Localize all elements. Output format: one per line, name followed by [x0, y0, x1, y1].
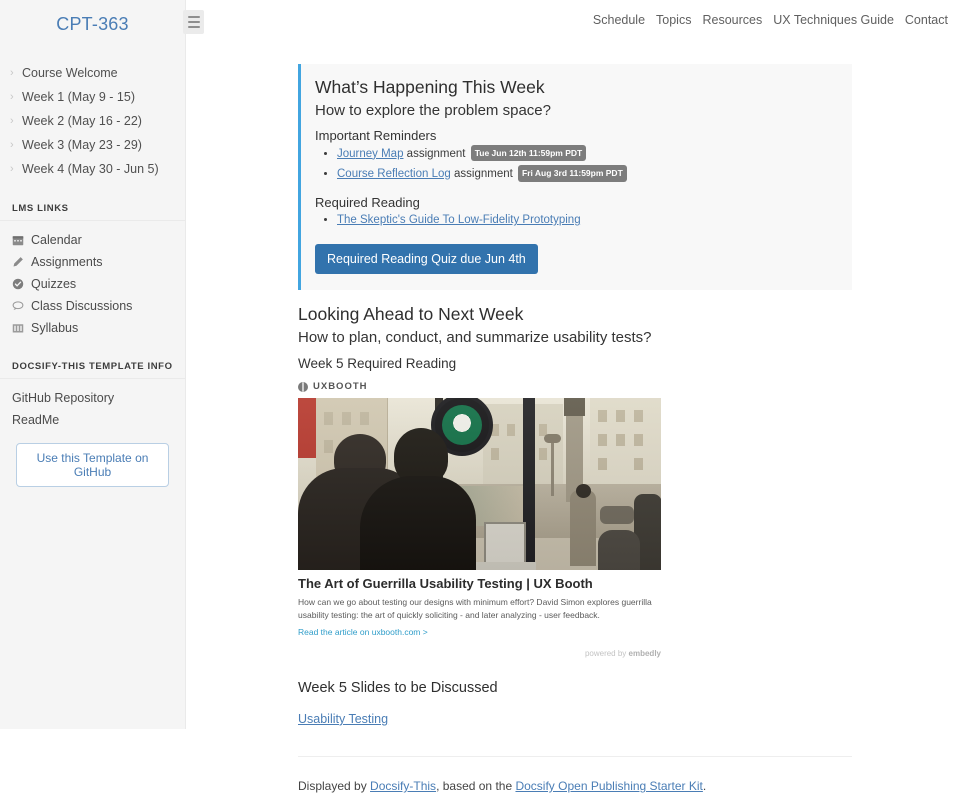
reminders-list: Journey Map assignment Tue Jun 12th 11:5…: [315, 145, 836, 184]
site-title: CPT-363: [0, 14, 185, 35]
sidebar-toggle-button[interactable]: [183, 10, 204, 34]
hamburger-line: [188, 16, 200, 18]
lms-links-heading: LMS LINKS: [0, 203, 185, 221]
spacer: [315, 185, 836, 195]
sidebar-item-label: Quizzes: [31, 277, 76, 291]
callout-heading: What’s Happening This Week: [315, 77, 836, 99]
sidebar-item-syllabus[interactable]: Syllabus: [0, 317, 185, 339]
looking-ahead-heading: Looking Ahead to Next Week: [298, 304, 852, 326]
reminder-text: assignment: [403, 148, 468, 160]
sidebar-item-readme[interactable]: ReadMe: [0, 409, 185, 431]
sidebar: CPT-363 › Course Welcome › Week 1 (May 9…: [0, 0, 186, 729]
due-date-badge: Fri Aug 3rd 11:59pm PDT: [518, 165, 627, 182]
embed-title: The Art of Guerrilla Usability Testing |…: [298, 576, 661, 592]
sidebar-item-quizzes[interactable]: Quizzes: [0, 273, 185, 295]
toc-item-label: Week 4 (May 30 - Jun 5): [22, 162, 159, 176]
required-reading-list: The Skeptic's Guide To Low-Fidelity Prot…: [315, 212, 836, 229]
slides-heading: Week 5 Slides to be Discussed: [298, 680, 852, 696]
sidebar-item-label: Class Discussions: [31, 299, 132, 313]
list-item: The Skeptic's Guide To Low-Fidelity Prot…: [337, 212, 836, 229]
main-content: What’s Happening This Week How to explor…: [298, 0, 852, 793]
toc-list: › Course Welcome › Week 1 (May 9 - 15) ›…: [0, 61, 185, 181]
important-reminders-heading: Important Reminders: [315, 128, 836, 143]
sidebar-item-calendar[interactable]: Calendar: [0, 229, 185, 251]
footer-suffix: .: [703, 779, 706, 793]
check-circle-icon: [12, 278, 24, 290]
week5-required-reading-label: Week 5 Required Reading: [298, 356, 852, 371]
chevron-right-icon: ›: [10, 92, 22, 103]
looking-ahead-section: Looking Ahead to Next Week How to plan, …: [298, 290, 852, 371]
chevron-right-icon: ›: [10, 68, 22, 79]
columns-icon: [12, 322, 24, 334]
template-info-heading: DOCSIFY-THIS TEMPLATE INFO: [0, 361, 185, 379]
hamburger-line: [188, 26, 200, 28]
pencil-icon: [12, 256, 24, 268]
callout-subheading: How to explore the problem space?: [315, 102, 836, 121]
sidebar-item-label: Calendar: [31, 233, 82, 247]
usability-testing-link[interactable]: Usability Testing: [298, 712, 388, 726]
table-of-contents: › Course Welcome › Week 1 (May 9 - 15) ›…: [0, 61, 185, 181]
list-item: Journey Map assignment Tue Jun 12th 11:5…: [337, 145, 836, 163]
whats-happening-callout: What’s Happening This Week How to explor…: [298, 64, 852, 290]
list-item: Course Reflection Log assignment Fri Aug…: [337, 165, 836, 183]
sidebar-item-label: Assignments: [31, 255, 103, 269]
skeptics-guide-link[interactable]: The Skeptic's Guide To Low-Fidelity Prot…: [337, 214, 581, 226]
chevron-right-icon: ›: [10, 164, 22, 175]
due-date-badge: Tue Jun 12th 11:59pm PDT: [471, 145, 587, 162]
toc-item-label: Course Welcome: [22, 66, 118, 80]
week5-slides-section: Week 5 Slides to be Discussed Usability …: [298, 680, 852, 728]
journey-map-link[interactable]: Journey Map: [337, 148, 403, 160]
sidebar-item-week-3[interactable]: › Week 3 (May 23 - 29): [0, 133, 185, 157]
required-reading-heading: Required Reading: [315, 195, 836, 210]
toc-item-label: Week 1 (May 9 - 15): [22, 90, 135, 104]
toc-item-label: Week 3 (May 23 - 29): [22, 138, 142, 152]
photo-color-wash: [298, 398, 661, 570]
embed-source-name: UXBOOTH: [313, 381, 368, 392]
calendar-icon: [12, 234, 24, 246]
sidebar-item-assignments[interactable]: Assignments: [0, 251, 185, 273]
chevron-right-icon: ›: [10, 116, 22, 127]
docsify-this-link[interactable]: Docsify-This: [370, 779, 436, 793]
speech-bubble-icon: [12, 300, 24, 312]
use-template-button[interactable]: Use this Template on GitHub: [16, 443, 169, 487]
footer-prefix: Displayed by: [298, 779, 370, 793]
embed-photo: [298, 398, 661, 570]
globe-icon: [298, 382, 308, 392]
embed-powered-by: powered by embedly: [298, 649, 661, 658]
embed-card[interactable]: UXBOOTH: [298, 381, 661, 658]
footer-middle: , based on the: [436, 779, 515, 793]
required-reading-quiz-button[interactable]: Required Reading Quiz due Jun 4th: [315, 244, 538, 274]
toc-item-label: Week 2 (May 16 - 22): [22, 114, 142, 128]
course-reflection-log-link[interactable]: Course Reflection Log: [337, 168, 451, 180]
sidebar-item-week-1[interactable]: › Week 1 (May 9 - 15): [0, 85, 185, 109]
sidebar-item-week-2[interactable]: › Week 2 (May 16 - 22): [0, 109, 185, 133]
sidebar-item-label: Syllabus: [31, 321, 78, 335]
sidebar-item-course-welcome[interactable]: › Course Welcome: [0, 61, 185, 85]
embed-read-article-link[interactable]: Read the article on uxbooth.com >: [298, 627, 661, 637]
reminder-text: assignment: [451, 168, 516, 180]
nav-link-contact[interactable]: Contact: [905, 13, 948, 27]
embed-source: UXBOOTH: [298, 381, 661, 392]
starter-kit-link[interactable]: Docsify Open Publishing Starter Kit: [515, 779, 702, 793]
looking-ahead-subheading: How to plan, conduct, and summarize usab…: [298, 329, 852, 348]
sidebar-item-github-repository[interactable]: GitHub Repository: [0, 387, 185, 409]
sidebar-item-week-4[interactable]: › Week 4 (May 30 - Jun 5): [0, 157, 185, 181]
chevron-right-icon: ›: [10, 140, 22, 151]
embedly-brand: embedly: [629, 649, 661, 658]
hamburger-line: [188, 21, 200, 23]
sidebar-item-class-discussions[interactable]: Class Discussions: [0, 295, 185, 317]
lms-links-list: Calendar Assignments Quizzes Class Discu…: [0, 229, 185, 339]
page-footer: Displayed by Docsify-This, based on the …: [298, 757, 852, 793]
embed-description: How can we go about testing our designs …: [298, 596, 661, 622]
powered-by-label: powered by: [585, 649, 629, 658]
